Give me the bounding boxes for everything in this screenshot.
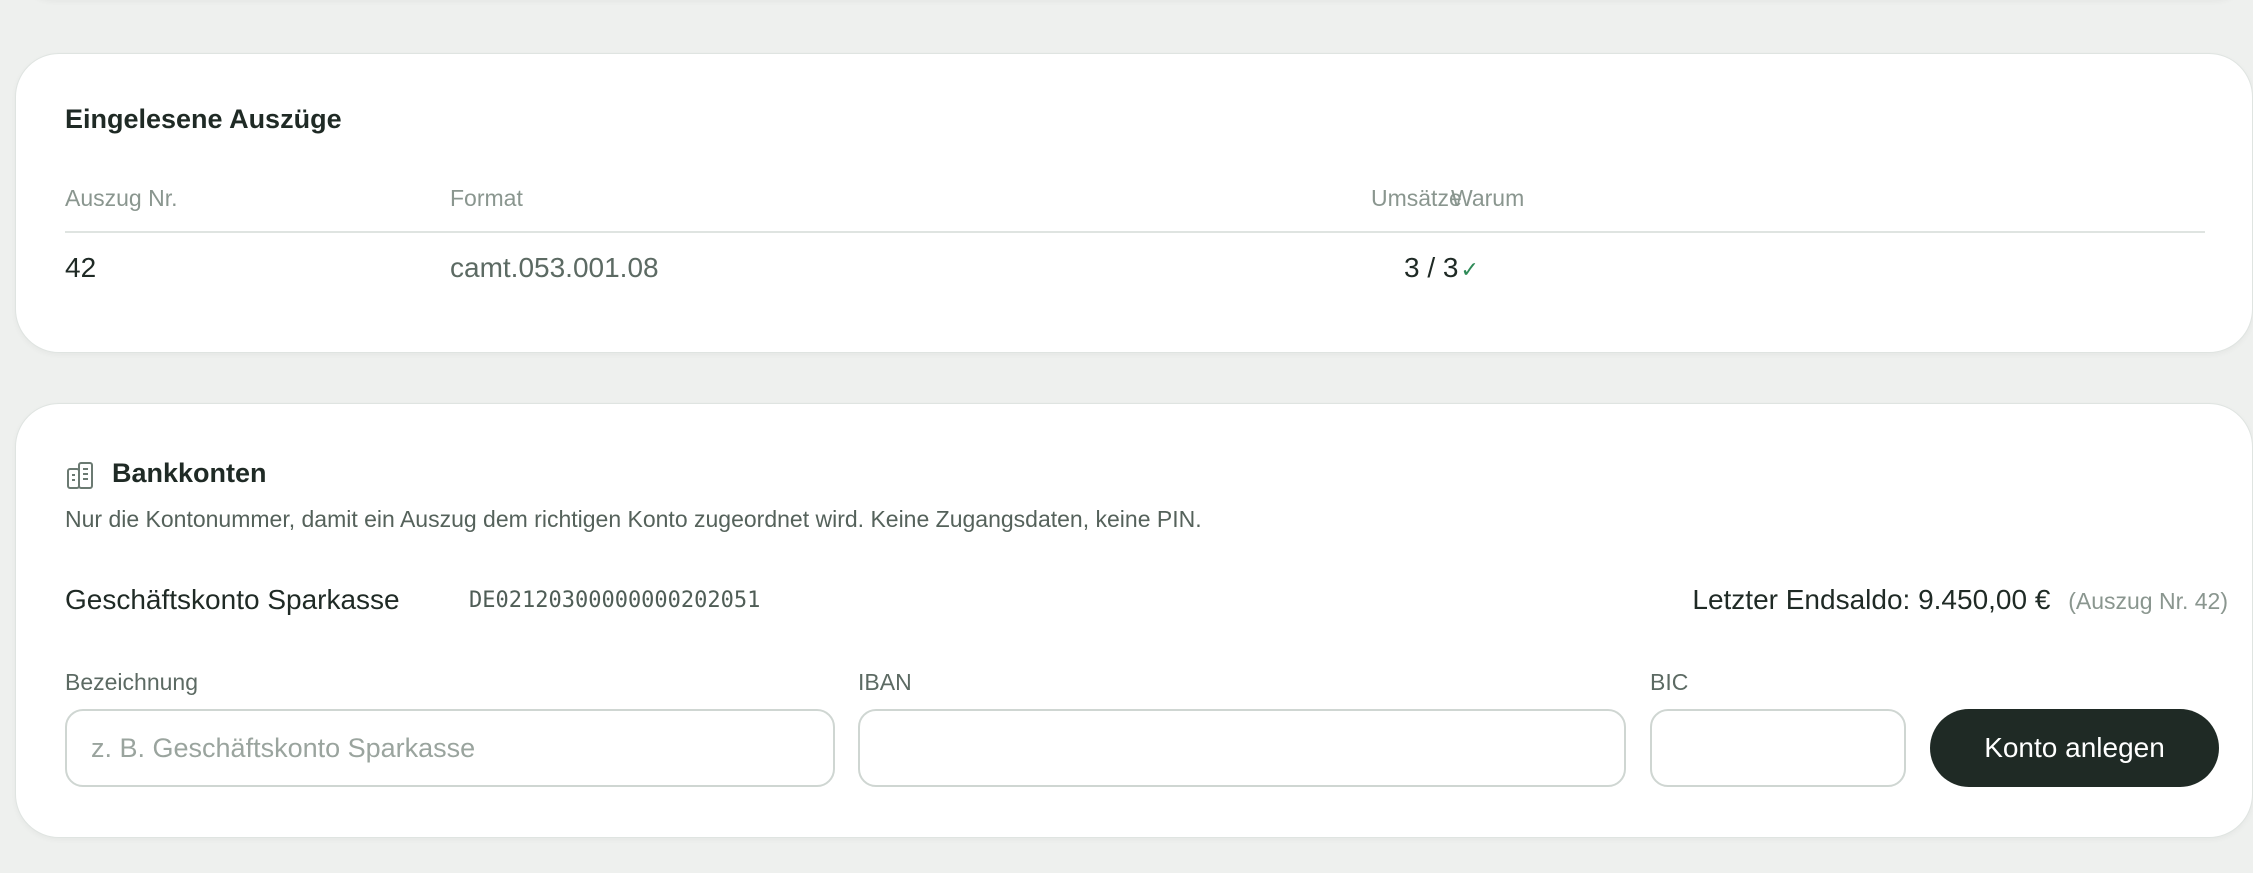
account-iban: DE02120300000000202051 (469, 588, 761, 613)
bezeichnung-input[interactable] (65, 709, 835, 787)
saldo-label: Letzter Endsaldo: (1692, 584, 1911, 615)
check-icon: ✓ (1460, 257, 1479, 282)
saldo-value: 9.450,00 € (1918, 584, 2051, 615)
bank-building-icon (67, 462, 93, 489)
column-header-nr: Auszug Nr. (65, 185, 178, 211)
statement-nr: 42 (65, 252, 97, 283)
iban-input[interactable] (858, 709, 1626, 787)
saldo-reference: (Auszug Nr. 42) (2068, 588, 2228, 614)
statements-title: Eingelesene Auszüge (65, 104, 342, 134)
column-header-umsaetze: Umsätze (1371, 185, 1462, 211)
umsaetze-count: 3 / 3 (1404, 252, 1459, 283)
statement-umsaetze: 3 / 3✓ (1404, 252, 1479, 284)
create-account-button[interactable]: Konto anlegen (1930, 709, 2219, 787)
bic-input[interactable] (1650, 709, 1906, 787)
column-header-warum: Warum (1451, 185, 1525, 211)
bank-accounts-subtitle: Nur die Kontonummer, damit ein Auszug de… (65, 506, 1202, 532)
account-name: Geschäftskonto Sparkasse (65, 584, 400, 615)
bic-label: BIC (1650, 669, 1689, 695)
statements-card: Eingelesene Auszüge Auszug Nr. Format Um… (15, 53, 2253, 353)
bank-accounts-card: Bankkonten Nur die Kontonummer, damit ei… (15, 403, 2253, 838)
column-header-format: Format (450, 185, 523, 211)
iban-label: IBAN (858, 669, 912, 695)
header-divider (65, 231, 2205, 233)
statement-format: camt.053.001.08 (450, 252, 659, 283)
bezeichnung-label: Bezeichnung (65, 669, 198, 695)
bank-accounts-title: Bankkonten (112, 458, 267, 488)
account-saldo: Letzter Endsaldo: 9.450,00 € (Auszug Nr.… (1692, 584, 2228, 616)
